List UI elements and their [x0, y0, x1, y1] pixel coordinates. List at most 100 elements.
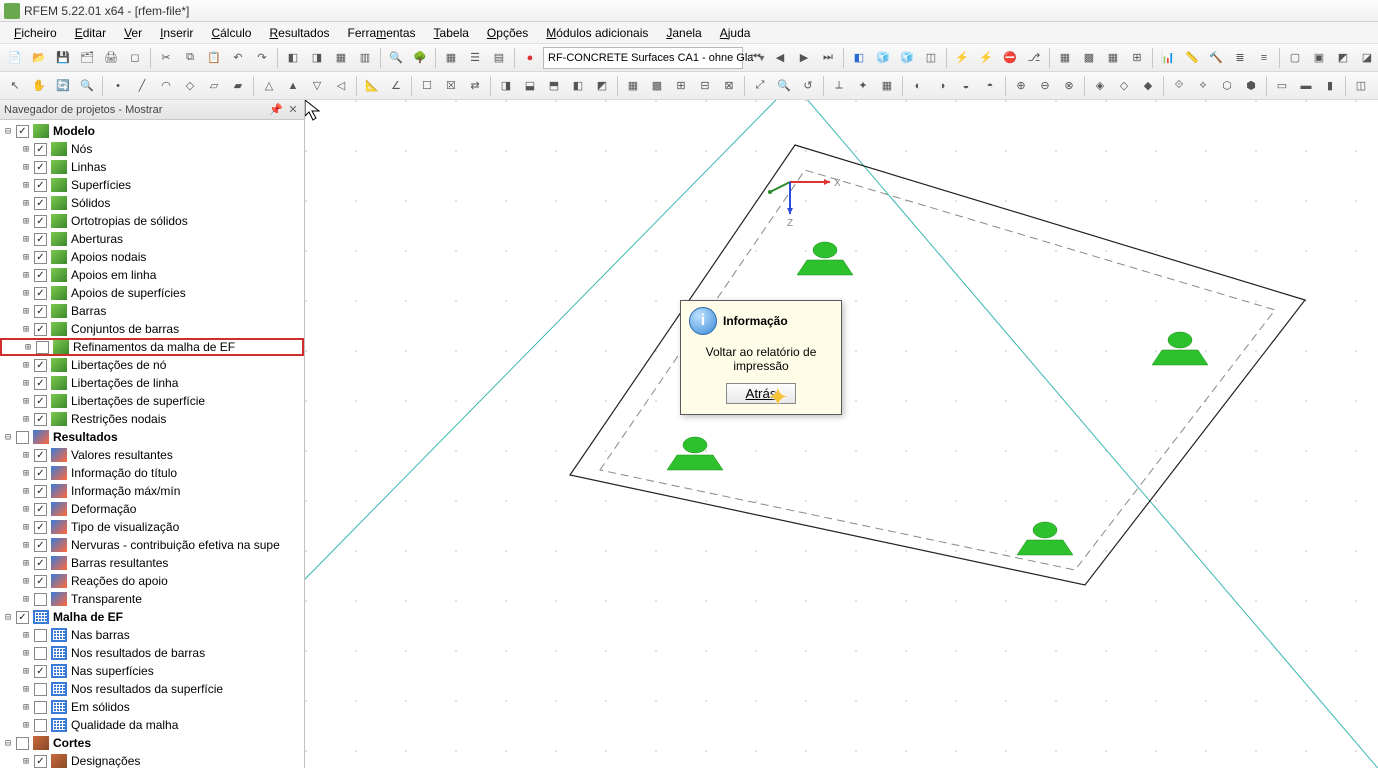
sup3-icon[interactable]: ▽ [306, 75, 328, 97]
cube-3-icon[interactable]: ◫ [920, 47, 942, 69]
tb2-r[interactable]: ⬡ [1216, 75, 1238, 97]
tb2-l[interactable]: ⊗ [1058, 75, 1080, 97]
checkbox[interactable] [34, 539, 47, 552]
tree-item[interactable]: ⊞Nos resultados de barras [0, 644, 304, 662]
menu-ferramentas[interactable]: Ferramentas [340, 24, 424, 42]
inv-icon[interactable]: ⇄ [464, 75, 486, 97]
tool-4[interactable]: ▥ [354, 47, 376, 69]
menu-editar[interactable]: Editar [67, 24, 114, 42]
menu-resultados[interactable]: Resultados [261, 24, 337, 42]
tree-item[interactable]: ⊞Libertações de linha [0, 374, 304, 392]
select-rect-icon[interactable]: ◻ [124, 47, 146, 69]
expand-icon[interactable]: ⊞ [20, 252, 32, 263]
tb2-u[interactable]: ▬ [1295, 75, 1317, 97]
expand-icon[interactable]: ⊞ [20, 666, 32, 677]
tb2-f[interactable]: ◐ [907, 75, 929, 97]
expand-icon[interactable]: ⊞ [20, 486, 32, 497]
checkbox[interactable] [34, 557, 47, 570]
tool-2[interactable]: ◨ [306, 47, 328, 69]
tree-item[interactable]: ⊞Designações [0, 752, 304, 768]
menu-modulos[interactable]: Módulos adicionais [538, 24, 656, 42]
tree-resultados[interactable]: ⊟ Resultados [0, 428, 304, 446]
undo-icon[interactable]: ↶ [227, 47, 249, 69]
expand-icon[interactable]: ⊞ [20, 576, 32, 587]
mesh3-icon[interactable]: ⊞ [1126, 47, 1148, 69]
hammer-icon[interactable]: 🔨 [1205, 47, 1227, 69]
tree-modelo[interactable]: ⊟ Modelo [0, 122, 304, 140]
expand-icon[interactable]: ⊞ [20, 270, 32, 281]
nav-next-icon[interactable]: ▶ [793, 47, 815, 69]
view-persp-icon[interactable]: ◩ [591, 75, 613, 97]
checkbox[interactable] [34, 161, 47, 174]
expand-icon[interactable]: ⊞ [20, 540, 32, 551]
expand-icon[interactable]: ⊞ [20, 522, 32, 533]
checkbox[interactable] [34, 629, 47, 642]
viewport-3d[interactable]: X Z [305, 100, 1378, 768]
ortho-icon[interactable]: ⟂ [828, 75, 850, 97]
expand-icon[interactable]: ⊞ [20, 648, 32, 659]
tree-cortes[interactable]: ⊟ Cortes [0, 734, 304, 752]
expand-icon[interactable]: ⊞ [20, 684, 32, 695]
tree-item[interactable]: ⊞Linhas [0, 158, 304, 176]
tree-item[interactable]: ⊞Qualidade da malha [0, 716, 304, 734]
checkbox[interactable] [34, 683, 47, 696]
zoomwin-icon[interactable]: 🔍 [773, 75, 795, 97]
view-iso-icon[interactable]: ◨ [495, 75, 517, 97]
list-icon[interactable]: ☰ [464, 47, 486, 69]
tree-item[interactable]: ⊞Deformação [0, 500, 304, 518]
zoomfit-icon[interactable]: ⤢ [749, 75, 771, 97]
module1-icon[interactable]: ▢ [1284, 47, 1306, 69]
module3-icon[interactable]: ◩ [1332, 47, 1354, 69]
expand-icon[interactable]: ⊞ [20, 702, 32, 713]
expand-icon[interactable]: ⊞ [20, 630, 32, 641]
rotate-icon[interactable]: 🔄 [52, 75, 74, 97]
tree-item[interactable]: ⊞Apoios em linha [0, 266, 304, 284]
checkbox[interactable] [34, 521, 47, 534]
sel-all-icon[interactable]: ☐ [416, 75, 438, 97]
cube-icon[interactable]: 🧊 [872, 47, 894, 69]
sel-none-icon[interactable]: ☒ [440, 75, 462, 97]
checkbox[interactable] [36, 341, 49, 354]
layers-icon[interactable]: ≣ [1229, 47, 1251, 69]
tree-item[interactable]: ⊞Em sólidos [0, 698, 304, 716]
cut-icon[interactable]: ✂ [155, 47, 177, 69]
sup4-icon[interactable]: ◁ [330, 75, 352, 97]
open-file-icon[interactable]: 📂 [28, 47, 50, 69]
checkbox[interactable] [34, 305, 47, 318]
checkbox[interactable] [34, 269, 47, 282]
expand-icon[interactable]: ⊞ [20, 558, 32, 569]
tree-item[interactable]: ⊞Barras [0, 302, 304, 320]
new-file-icon[interactable]: 📄 [4, 47, 26, 69]
grid-small-icon[interactable]: ▦ [1054, 47, 1076, 69]
tb2-n[interactable]: ◇ [1113, 75, 1135, 97]
expand-icon[interactable]: ⊞ [20, 450, 32, 461]
checkbox[interactable] [34, 323, 47, 336]
checkbox[interactable] [34, 719, 47, 732]
tb2-i[interactable]: ◓ [979, 75, 1001, 97]
menu-ver[interactable]: Ver [116, 24, 150, 42]
expand-icon[interactable]: ⊞ [20, 198, 32, 209]
tree-item[interactable]: ⊞Apoios nodais [0, 248, 304, 266]
menu-calculo[interactable]: Cálculo [203, 24, 259, 42]
expand-icon[interactable]: ⊞ [20, 504, 32, 515]
ruler-icon[interactable]: 📏 [1181, 47, 1203, 69]
tree-item[interactable]: ⊞Libertações de nó [0, 356, 304, 374]
tree-item[interactable]: ⊞Nas barras [0, 626, 304, 644]
expand-icon[interactable]: ⊞ [20, 324, 32, 335]
checkbox[interactable] [34, 647, 47, 660]
tb2-g[interactable]: ◑ [931, 75, 953, 97]
tb2-s[interactable]: ⬢ [1240, 75, 1262, 97]
mesh-icon[interactable]: ▩ [1078, 47, 1100, 69]
cursor-icon[interactable]: ↖ [4, 75, 26, 97]
panel-pin-icon[interactable]: 📌 [269, 103, 283, 116]
cube-2-icon[interactable]: 🧊 [896, 47, 918, 69]
tree-item[interactable]: ⊞Reações do apoio [0, 572, 304, 590]
tb2-m[interactable]: ◈ [1089, 75, 1111, 97]
tb2-o[interactable]: ◆ [1137, 75, 1159, 97]
tb2-p[interactable]: ⟐ [1168, 75, 1190, 97]
pan-icon[interactable]: ✋ [28, 75, 50, 97]
menu-ajuda[interactable]: Ajuda [712, 24, 759, 42]
tree-item[interactable]: ⊞Nervuras - contribuição efetiva na supe [0, 536, 304, 554]
checkbox[interactable] [34, 467, 47, 480]
tool-3[interactable]: ▦ [330, 47, 352, 69]
